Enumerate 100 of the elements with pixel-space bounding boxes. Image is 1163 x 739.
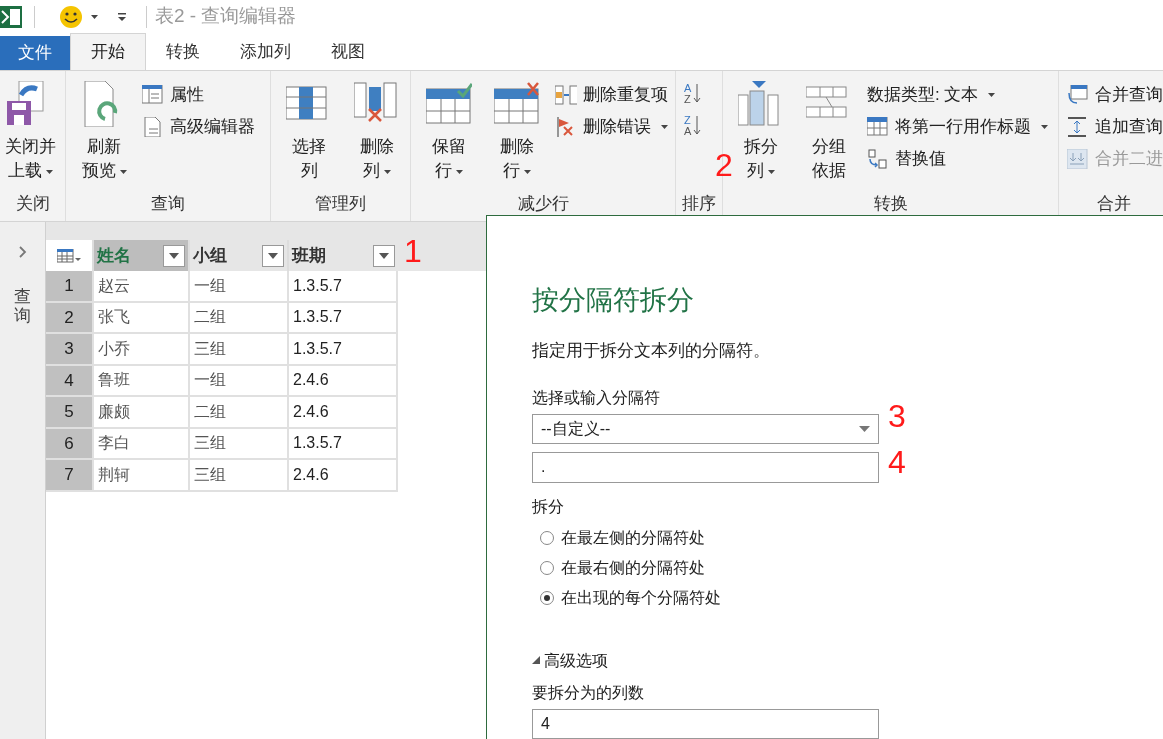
row-number: 1 [46,271,92,301]
ribbon-tab[interactable]: 转换 [146,33,220,70]
arrow-icon [693,83,702,105]
row-number: 5 [46,397,92,427]
sort-button[interactable]: A Z [684,83,702,105]
delimiter-dropdown[interactable]: --自定义-- [532,413,879,444]
dropdown-icon [859,425,870,432]
table-cell: 2.4.6 [287,397,398,427]
filter-button[interactable] [163,244,185,267]
table-cell: 张飞 [92,302,188,332]
caret-icon [768,169,775,174]
annotation-number: 2 [715,147,733,183]
ribbon-button[interactable]: 删除 行 [487,81,547,183]
table-cell: 廉颇 [92,397,188,427]
column-header[interactable]: 班期 [287,240,398,271]
group-label: 关闭 [14,193,51,215]
row-number: 4 [46,365,92,395]
annotation-number: 1 [404,233,422,269]
file-tab[interactable]: 文件 [0,36,70,70]
dialog-description: 指定用于拆分文本列的分隔符。 [532,340,770,362]
radio-button[interactable] [540,590,554,605]
group-label: 排序 [681,193,717,215]
advanced-toggle[interactable]: 高级选项 [532,648,608,673]
remove-rows-icon [494,81,540,127]
properties-icon [142,85,164,105]
group-label: 查询 [150,193,186,215]
ribbon-button[interactable]: 关闭并 上载 [0,81,60,183]
sort-button[interactable]: Z A [684,115,702,137]
ribbon-button[interactable]: 刷新 预览 [74,81,134,183]
field-label: 要拆分为的列数 [532,682,644,703]
row-number: 2 [46,302,92,332]
table-cell: 2.4.6 [287,460,398,490]
replace-values-icon [867,149,889,169]
ribbon-button[interactable]: 合并查询 [1067,83,1163,107]
ribbon-button[interactable]: 选择 列 [279,81,339,183]
ribbon-button[interactable]: 高级编辑器 [142,115,255,139]
filter-button[interactable] [373,244,395,267]
table-cell: 1.3.5.7 [287,271,398,301]
dialog-title: 按分隔符拆分 [532,284,694,317]
caret-icon [988,93,996,97]
column-name: 小组 [193,244,227,267]
caret-icon [456,169,463,174]
dropdown-icon [169,252,179,259]
pane-label[interactable]: 查询 [14,288,31,326]
arrow-icon [693,115,702,137]
ribbon-button[interactable]: 将第一行用作标题 [867,115,1048,139]
ribbon-button[interactable]: 删除 列 [347,81,407,183]
ribbon-button[interactable]: 属性 [142,83,255,107]
triangle-icon [532,656,541,665]
ribbon-button[interactable]: 删除错误 [555,115,668,139]
ribbon-tab[interactable]: 视图 [311,33,385,70]
table-cell: 荆轲 [92,460,188,490]
table-cell: 赵云 [92,271,188,301]
table-cell: 一组 [188,271,287,301]
caret-icon [91,14,98,19]
delimiter-input[interactable]: . [532,452,879,483]
table-cell: 1.3.5.7 [287,428,398,458]
dropdown-icon [268,252,278,259]
radio-button[interactable] [540,560,554,575]
table-cell: 三组 [188,334,287,364]
radio-button[interactable] [540,530,554,545]
table-cell: 二组 [188,397,287,427]
table-cell: 三组 [188,428,287,458]
row-number: 3 [46,334,92,364]
caret-icon [661,125,668,129]
window-title: 表2 - 查询编辑器 [155,4,297,29]
duplicate-icon [555,85,577,105]
ribbon-button[interactable]: 保留 行 [419,81,479,183]
dropdown-icon [379,252,389,259]
ribbon-tab[interactable]: 开始 [70,33,146,70]
header-row-icon [867,117,889,137]
ribbon-button[interactable]: 拆分 列 [731,81,791,183]
columns-input[interactable]: 4 [532,708,879,739]
radio-label: 在最左侧的分隔符处 [561,527,705,548]
table-cell: 小乔 [92,334,188,364]
customize-icon [118,12,126,21]
group-label: 减少行 [516,193,570,215]
ribbon-button[interactable]: 分组 依据 [799,81,859,183]
column-header[interactable]: 小组 [188,240,287,271]
caret-icon [1041,125,1048,129]
ribbon-button[interactable]: 删除重复项 [555,83,668,107]
table-icon [57,248,81,263]
document-icon [142,117,164,137]
row-number: 7 [46,460,92,490]
table-cell: 1.3.5.7 [287,334,398,364]
table-menu-button[interactable] [46,240,92,271]
table-cell: 李白 [92,428,188,458]
column-name: 姓名 [97,244,131,267]
ribbon-button[interactable]: 追加查询 [1067,115,1163,139]
ribbon-button[interactable]: 替换值 [867,147,1048,171]
filter-button[interactable] [262,244,284,267]
caret-icon [384,169,391,174]
table-cell: 二组 [188,302,287,332]
ribbon-button[interactable]: 数据类型: 文本 [867,83,1048,107]
table-cell: 三组 [188,460,287,490]
group-label: 转换 [872,193,909,215]
radio-label: 在出现的每个分隔符处 [561,587,721,608]
ribbon-tab[interactable]: 添加列 [220,33,311,70]
group-label: 管理列 [314,193,367,215]
append-icon [1067,117,1089,137]
